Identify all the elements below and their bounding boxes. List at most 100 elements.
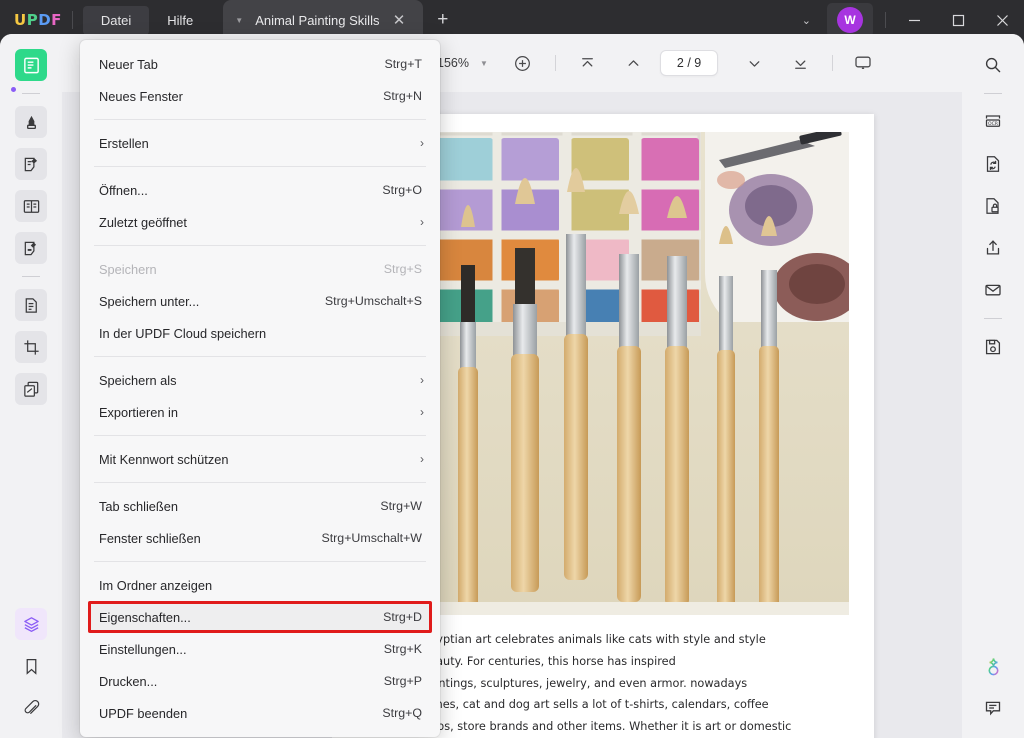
menu-item-shortcut: Strg+Umschalt+W [321,531,422,545]
floppy-disk-icon[interactable] [977,331,1009,363]
menu-item-speichern-als[interactable]: Speichern als › [80,364,440,396]
chevron-down-icon[interactable]: ⌄ [786,14,827,27]
chevron-right-icon: › [420,373,424,387]
updf-window: UPDF Datei Hilfe ▼ Animal Painting Skill… [0,0,1024,738]
menu-item-shortcut: Strg+Q [382,706,422,720]
doc-line: Times, cat and dog art sells a lot of t-… [422,698,769,712]
zoom-in-button[interactable] [508,48,538,78]
active-indicator-dot [11,87,16,92]
ai-sparkle-icon[interactable] [977,650,1009,682]
menu-item-updf-beenden[interactable]: UPDF beenden Strg+Q [80,697,440,729]
pdf-page: Egyptian art celebrates animals like cat… [394,114,874,738]
menu-item-speichern: Speichern Strg+S [80,253,440,285]
page-indicator[interactable]: 2 / 9 [659,50,719,76]
sidebar-item-annotate[interactable] [15,148,47,180]
next-page-button[interactable] [739,48,769,78]
prev-page-button[interactable] [619,48,649,78]
document-image [419,132,849,615]
envelope-icon[interactable] [977,274,1009,306]
logo-letter-p: P [26,11,39,29]
caret-down-icon[interactable]: ▼ [229,16,255,25]
menu-item-mit-kennwort-schuetzen[interactable]: Mit Kennwort schützen › [80,443,440,475]
ocr-icon[interactable]: OCR [977,106,1009,138]
menu-item-label: Öffnen... [99,182,148,198]
menu-item-label: Exportieren in [99,404,178,420]
menu-item-tab-schliessen[interactable]: Tab schließen Strg+W [80,490,440,522]
last-page-button[interactable] [785,48,815,78]
doc-line: Cups, store brands and other items. Whet… [422,720,792,734]
menu-hilfe[interactable]: Hilfe [149,6,211,35]
menu-item-shortcut: Strg+K [383,642,422,656]
toolbar-divider [832,55,834,71]
menu-separator [94,482,426,483]
avatar: W [837,7,863,33]
sidebar-item-crop[interactable] [15,331,47,363]
close-icon[interactable]: ✕ [383,11,416,29]
sidebar-item-highlight[interactable] [15,106,47,138]
menu-item-shortcut: Strg+Umschalt+S [324,294,422,308]
menu-item-label: UPDF beenden [99,705,188,721]
document-lock-icon[interactable] [977,190,1009,222]
chevron-right-icon: › [420,215,424,229]
menu-item-im-ordner-anzeigen[interactable]: Im Ordner anzeigen [80,569,440,601]
account-button[interactable]: W [827,3,873,37]
menu-item-oeffnen[interactable]: Öffnen... Strg+O [80,174,440,206]
svg-text:OCR: OCR [988,121,999,127]
menu-item-drucken[interactable]: Drucken... Strg+P [80,665,440,697]
menu-item-fenster-schliessen[interactable]: Fenster schließen Strg+Umschalt+W [80,522,440,554]
doc-line: beauty. For centuries, this horse has in… [422,654,676,668]
rail-separator [22,93,40,94]
menu-item-shortcut: Strg+P [383,674,422,688]
menu-separator [94,435,426,436]
menu-separator [94,166,426,167]
menu-item-eigenschaften[interactable]: Eigenschaften... Strg+D [88,601,432,633]
sidebar-item-edit-pdf[interactable] [15,232,47,264]
menu-item-label: Einstellungen... [99,641,187,657]
document-body-text: Egyptian art celebrates animals like cat… [394,615,874,738]
file-menu-dropdown[interactable]: Neuer Tab Strg+T Neues Fenster Strg+N Er… [80,40,440,737]
logo-letter-f: F [51,11,62,29]
menu-item-neues-fenster[interactable]: Neues Fenster Strg+N [80,80,440,112]
menu-item-label: Erstellen [99,135,149,151]
controls-divider [885,12,886,28]
share-upload-icon[interactable] [977,232,1009,264]
caret-down-icon[interactable]: ▼ [480,59,488,68]
menu-item-label: Neuer Tab [99,56,158,72]
menu-item-label: Tab schließen [99,498,178,514]
sidebar-item-organize-pages[interactable] [15,373,47,405]
menu-item-label: Eigenschaften... [99,609,191,625]
menu-item-label: Speichern unter... [99,293,200,309]
menu-datei[interactable]: Datei [82,5,150,35]
sidebar-item-convert[interactable] [15,289,47,321]
menu-item-shortcut: Strg+S [383,262,422,276]
toolbar-divider [554,55,556,71]
presentation-button[interactable] [848,48,878,78]
menu-item-label: Speichern [99,261,157,277]
plus-icon[interactable]: + [423,9,462,31]
tab-title: Animal Painting Skills [255,12,380,28]
zoom-level[interactable]: 156% [437,56,469,70]
menu-item-exportieren-in[interactable]: Exportieren in › [80,396,440,428]
chevron-right-icon: › [420,136,424,150]
document-refresh-icon[interactable] [977,148,1009,180]
sidebar-item-reader[interactable] [15,49,47,81]
menu-item-updf-cloud-speichern[interactable]: In der UPDF Cloud speichern [80,317,440,349]
menu-item-erstellen[interactable]: Erstellen › [80,127,440,159]
chevron-right-icon: › [420,452,424,466]
titlebar-divider [71,11,73,29]
menu-item-shortcut: Strg+W [380,499,422,513]
search-icon[interactable] [977,49,1009,81]
right-toolbar: OCR [962,34,1024,738]
rail-separator [984,318,1002,319]
first-page-button[interactable] [573,48,603,78]
sidebar-item-page-view[interactable] [15,190,47,222]
sidebar-item-layers[interactable] [15,608,47,640]
menu-item-zuletzt-geoeffnet[interactable]: Zuletzt geöffnet › [80,206,440,238]
sidebar-item-attachments[interactable] [15,692,47,724]
menu-item-einstellungen[interactable]: Einstellungen... Strg+K [80,633,440,665]
menu-item-label: Mit Kennwort schützen [99,451,229,467]
menu-item-speichern-unter[interactable]: Speichern unter... Strg+Umschalt+S [80,285,440,317]
menu-item-neuer-tab[interactable]: Neuer Tab Strg+T [80,48,440,80]
sidebar-item-bookmarks[interactable] [15,650,47,682]
comment-icon[interactable] [977,692,1009,724]
